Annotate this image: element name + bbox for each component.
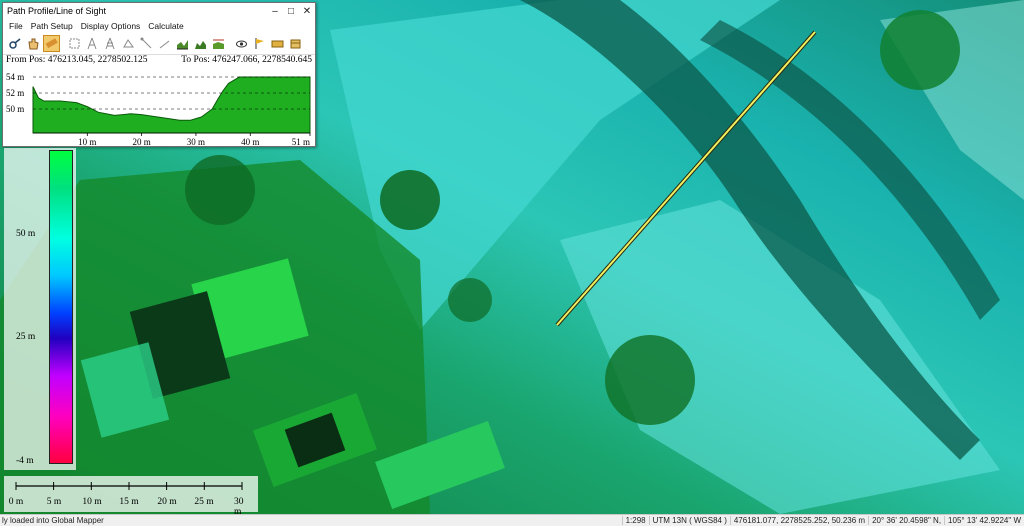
legend-color-ramp <box>49 150 73 464</box>
to-position: To Pos: 476247.066, 2278540.645 <box>181 55 312 65</box>
scale-label: 10 m <box>82 497 102 507</box>
flag-icon[interactable] <box>251 35 268 52</box>
close-button[interactable]: ✕ <box>299 4 315 18</box>
tower-icon[interactable] <box>84 35 101 52</box>
status-message: ly loaded into Global Mapper <box>2 516 104 525</box>
elevation-profile-chart: 54 m 52 m 50 m 10 m 20 m 30 m 40 m 51 m <box>6 72 311 147</box>
diagonal-line-icon[interactable] <box>156 35 173 52</box>
status-longitude: 105° 13' 42.9224" W <box>944 516 1024 525</box>
menu-file[interactable]: File <box>9 21 23 31</box>
x-tick-label: 30 m <box>187 137 205 147</box>
legend-label-max: 50 m <box>16 229 36 239</box>
scale-label: 20 m <box>157 497 177 507</box>
status-latitude: 20° 36' 20.4598" N, <box>868 516 944 525</box>
menu-calculate[interactable]: Calculate <box>148 21 183 31</box>
menu-display-options[interactable]: Display Options <box>81 21 141 31</box>
scale-bar-ruler <box>15 482 243 490</box>
status-cursor-coords: 476181.077, 2278525.252, 50.236 m <box>729 516 868 525</box>
elevation-legend: 50 m 25 m -4 m <box>4 148 76 470</box>
position-readout: From Pos: 476213.045, 2278502.125 To Pos… <box>3 55 315 69</box>
y-tick-label: 52 m <box>6 88 24 98</box>
toolbar <box>3 33 315 55</box>
scale-label: 5 m <box>46 497 62 507</box>
tower-2-icon[interactable] <box>102 35 119 52</box>
x-tick-label: 51 m <box>292 137 310 147</box>
eye-icon[interactable] <box>233 35 250 52</box>
y-tick-label: 54 m <box>6 72 24 82</box>
hand-pan-icon[interactable] <box>25 35 42 52</box>
scale-bar: 0 m 5 m 10 m 15 m 20 m 25 m 30 m <box>4 476 258 517</box>
window-title: Path Profile/Line of Sight <box>7 6 107 16</box>
scale-label: 0 m <box>8 497 24 507</box>
menu-path-setup[interactable]: Path Setup <box>31 21 73 31</box>
maximize-button[interactable]: □ <box>283 4 299 18</box>
status-projection: UTM 13N ( WGS84 ) <box>648 516 730 525</box>
legend-label-mid: 25 m <box>16 332 36 342</box>
scale-label: 25 m <box>194 497 214 507</box>
profile-area <box>32 76 311 134</box>
from-position: From Pos: 476213.045, 2278502.125 <box>6 55 148 65</box>
ruler-icon[interactable] <box>43 35 60 52</box>
y-tick-label: 50 m <box>6 104 24 114</box>
legend-label-min: -4 m <box>16 456 34 466</box>
profile-chart-3-icon[interactable] <box>210 35 227 52</box>
line-icon[interactable] <box>138 35 155 52</box>
x-tick-label: 10 m <box>78 137 96 147</box>
minimize-button[interactable]: – <box>267 4 283 18</box>
x-tick-label: 40 m <box>241 137 259 147</box>
profile-chart-2-icon[interactable] <box>192 35 209 52</box>
profile-chart-icon[interactable] <box>174 35 191 52</box>
scale-label: 15 m <box>119 497 139 507</box>
export-icon[interactable] <box>287 35 304 52</box>
binoculars-icon[interactable] <box>7 35 24 52</box>
window-titlebar[interactable]: Path Profile/Line of Sight – □ ✕ <box>3 3 315 19</box>
menu-bar: File Path Setup Display Options Calculat… <box>3 19 315 33</box>
path-profile-window[interactable]: Path Profile/Line of Sight – □ ✕ File Pa… <box>2 2 316 147</box>
antenna-icon[interactable] <box>120 35 137 52</box>
x-tick-label: 20 m <box>132 137 150 147</box>
settings-icon[interactable] <box>269 35 286 52</box>
status-scale: 1:298 <box>621 516 649 525</box>
status-bar: ly loaded into Global Mapper 1:298 UTM 1… <box>0 514 1024 526</box>
select-icon[interactable] <box>66 35 83 52</box>
